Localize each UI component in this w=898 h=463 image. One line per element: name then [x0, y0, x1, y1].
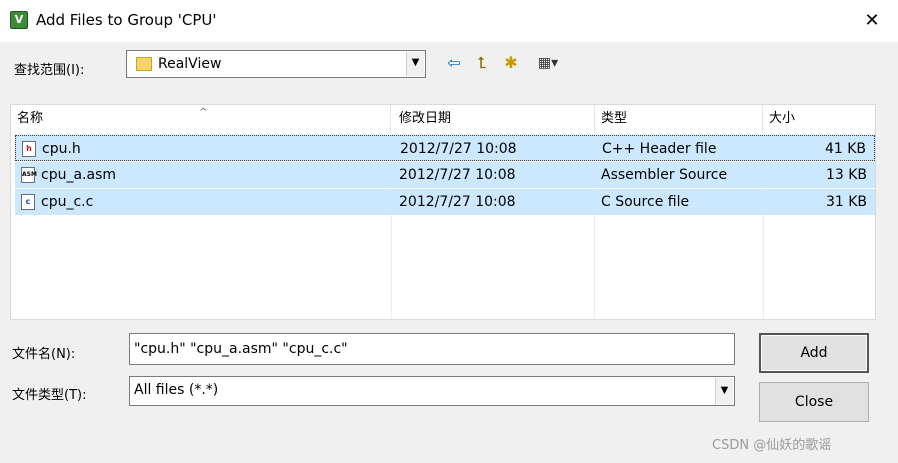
table-row[interactable]: c cpu_c.c 2012/7/27 10:08 C Source file … [15, 189, 875, 215]
lookin-label: 查找范围(I): [14, 63, 85, 78]
close-icon[interactable]: ✕ [856, 6, 888, 36]
back-arrow-icon[interactable]: ⇦ [444, 54, 464, 72]
keil-app-icon: V [10, 11, 28, 29]
window-title: Add Files to Group 'CPU' [36, 11, 217, 29]
file-modified: 2012/7/27 10:08 [399, 167, 516, 183]
up-folder-icon[interactable]: ⮤ [472, 54, 492, 72]
table-row[interactable]: h cpu.h 2012/7/27 10:08 C++ Header file … [15, 135, 875, 161]
header-file-icon: h [22, 141, 36, 157]
file-name: cpu_a.asm [41, 167, 116, 183]
lookin-combo[interactable]: RealView ▼ [126, 50, 426, 78]
asm-file-icon: ASM [21, 167, 37, 183]
column-header-label: 修改日期 [399, 111, 452, 126]
filetype-select[interactable]: All files (*.*) ▼ [129, 376, 735, 406]
column-header-name[interactable]: 名称 ^ [11, 105, 391, 133]
watermark: CSDN @仙妖的歌谣 [712, 438, 832, 453]
column-header-label: 名称 [17, 111, 44, 126]
dialog-body: 查找范围(I): RealView ▼ ⇦ ⮤ ✱ ▦▾ 名称 ^ 修改日期 类… [0, 42, 898, 463]
file-size: 31 KB [825, 194, 867, 210]
filetype-label: 文件类型(T): [12, 388, 87, 403]
new-folder-icon[interactable]: ✱ [501, 54, 521, 72]
title-bar: V Add Files to Group 'CPU' ✕ [0, 0, 898, 42]
add-button[interactable]: Add [759, 333, 869, 373]
table-row[interactable]: ASM cpu_a.asm 2012/7/27 10:08 Assembler … [15, 162, 875, 188]
column-header-modified[interactable]: 修改日期 [393, 105, 595, 133]
column-header-label: 大小 [769, 111, 796, 126]
filename-label: 文件名(N): [12, 347, 76, 362]
c-file-icon: c [21, 194, 35, 210]
file-name: cpu.h [42, 141, 81, 157]
filetype-value: All files (*.*) [134, 382, 219, 398]
close-button[interactable]: Close [759, 382, 869, 422]
column-header-label: 类型 [601, 111, 628, 126]
file-type: Assembler Source [601, 167, 728, 183]
filename-input[interactable]: "cpu.h" "cpu_a.asm" "cpu_c.c" [129, 333, 735, 365]
file-list[interactable]: 名称 ^ 修改日期 类型 大小 h cpu.h 2012/7/27 10:08 … [10, 104, 876, 320]
folder-icon [136, 57, 152, 71]
lookin-value: RealView [158, 56, 222, 72]
file-size: 41 KB [824, 141, 866, 157]
column-header-type[interactable]: 类型 [595, 105, 763, 133]
column-header-size[interactable]: 大小 [763, 105, 875, 133]
file-type: C++ Header file [602, 141, 717, 157]
sort-ascending-icon: ^ [199, 107, 208, 118]
chevron-down-icon[interactable]: ▼ [715, 378, 733, 404]
file-name: cpu_c.c [41, 194, 94, 210]
view-menu-icon[interactable]: ▦▾ [530, 54, 566, 72]
file-modified: 2012/7/27 10:08 [400, 141, 517, 157]
chevron-down-icon[interactable]: ▼ [406, 52, 424, 76]
file-size: 13 KB [825, 167, 867, 183]
file-type: C Source file [601, 194, 690, 210]
file-modified: 2012/7/27 10:08 [399, 194, 516, 210]
